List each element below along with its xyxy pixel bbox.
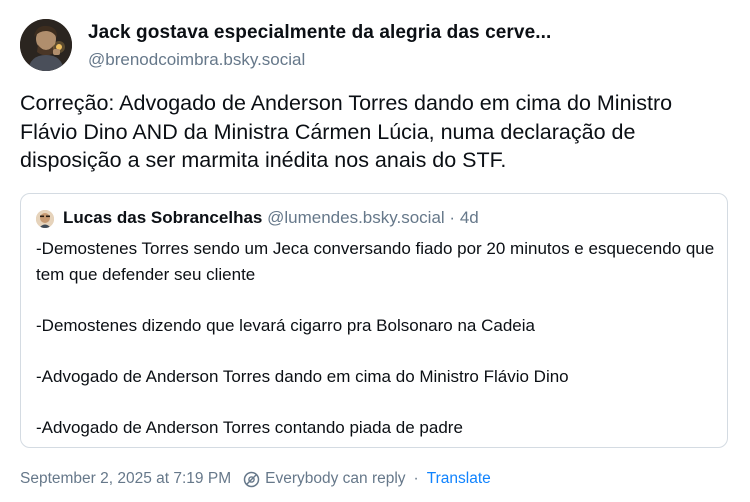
quoted-post-header: Lucas das Sobrancelhas @lumendes.bsky.so… <box>63 208 479 228</box>
quoted-author-handle[interactable]: @lumendes.bsky.social <box>267 208 445 227</box>
post-timestamp[interactable]: September 2, 2025 at 7:19 PM <box>20 470 231 488</box>
quoted-paragraph: -Advogado de Anderson Torres contando pi… <box>36 417 463 437</box>
translate-link[interactable]: Translate <box>427 470 491 488</box>
footer-separator: · <box>413 470 419 487</box>
post-footer: September 2, 2025 at 7:19 PM Everybody c… <box>20 470 491 488</box>
author-display-name[interactable]: Jack gostava especialmente da alegria da… <box>88 22 551 44</box>
author-handle[interactable]: @brenodcoimbra.bsky.social <box>88 50 305 70</box>
quoted-paragraph: -Demostenes Torres sendo um Jeca convers… <box>36 239 715 284</box>
quoted-header-separator: · <box>449 208 456 227</box>
quoted-post-card[interactable]: Lucas das Sobrancelhas @lumendes.bsky.so… <box>20 193 728 448</box>
post-text: Correção: Advogado de Anderson Torres da… <box>20 91 673 172</box>
quoted-post-age[interactable]: 4d <box>460 208 479 227</box>
quoted-paragraph: -Demostenes dizendo que levará cigarro p… <box>36 315 535 335</box>
reply-permission-icon <box>243 471 260 488</box>
quoted-post-text: -Demostenes Torres sendo um Jeca convers… <box>36 236 716 466</box>
post: Jack gostava especialmente da alegria da… <box>0 0 750 502</box>
author-avatar[interactable] <box>20 19 72 71</box>
quoted-paragraph: -Advogado de Anderson Torres dando em ci… <box>36 366 569 386</box>
reply-setting-label[interactable]: Everybody can reply <box>265 470 405 488</box>
quoted-author-avatar[interactable] <box>36 210 54 228</box>
quoted-author-name[interactable]: Lucas das Sobrancelhas <box>63 208 262 227</box>
